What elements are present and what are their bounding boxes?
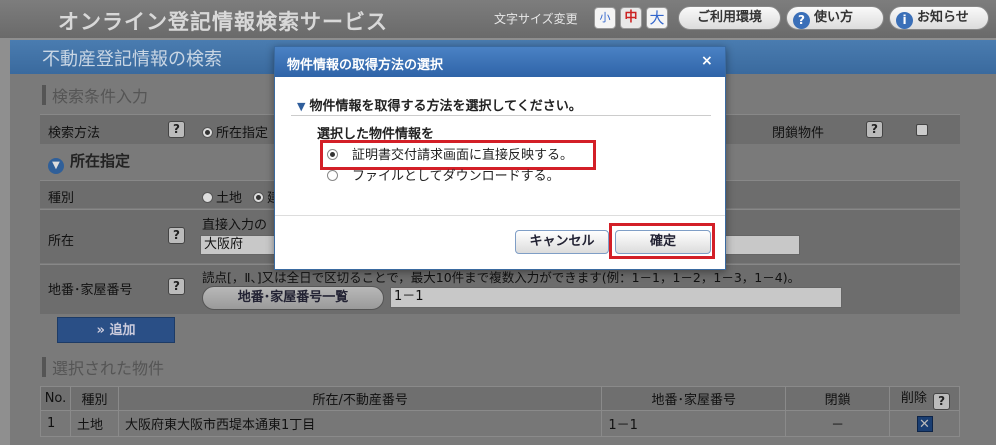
type-building-radio[interactable] (253, 192, 264, 203)
location-mode-heading: ▼ 所在指定 (48, 150, 130, 174)
table-row: 1 土地 大阪府東大阪市西堤本通東1丁目 1－1 － ✕ (40, 410, 960, 437)
option-reflect-directly[interactable]: 証明書交付請求画面に直接反映する。 (319, 140, 597, 170)
location-label: 所在 (48, 234, 75, 249)
delete-row-button[interactable]: ✕ (916, 415, 933, 432)
cell-closed: － (785, 410, 891, 437)
environment-button[interactable]: ご利用環境 (678, 6, 781, 30)
location-mode-heading-label: 所在指定 (70, 152, 131, 170)
font-size-small-button[interactable]: 小 (594, 7, 616, 29)
option-download-label: ファイルとしてダウンロードする。 (352, 169, 560, 184)
location-input[interactable]: 大阪府 (200, 235, 280, 255)
dialog-divider (291, 115, 711, 116)
cell-location: 大阪府東大阪市西堤本通東1丁目 (117, 410, 603, 437)
news-button-label: お知らせ (917, 10, 969, 25)
col-location: 所在/不動産番号 (117, 386, 603, 411)
type-land-label: 土地 (216, 191, 243, 206)
cancel-button[interactable]: キャンセル (515, 230, 609, 254)
search-conditions-heading: 検索条件入力 (41, 83, 148, 107)
col-lot: 地番･家屋番号 (601, 386, 787, 411)
help-button-label: 使い方 (814, 10, 854, 25)
lot-label: 地番･家屋番号 (48, 283, 133, 298)
search-method-option-label: 所在指定 (216, 126, 269, 141)
dialog-titlebar: 物件情報の取得方法の選択 × (275, 47, 725, 77)
search-method-option[interactable]: 所在指定 (202, 122, 268, 141)
acquisition-method-dialog: 物件情報の取得方法の選択 × ▼ 物件情報を取得する方法を選択してください。 選択… (274, 46, 726, 270)
col-type: 種別 (69, 386, 119, 411)
table-header-row: No. 種別 所在/不動産番号 地番･家屋番号 閉鎖 削除 ? (40, 386, 960, 411)
triangle-down-icon: ▼ (297, 100, 306, 113)
closed-property-help-icon[interactable]: ? (866, 121, 883, 138)
font-size-medium-button[interactable]: 中 (620, 7, 642, 29)
type-option-land[interactable]: 土地 (202, 187, 242, 206)
close-icon[interactable]: × (701, 53, 713, 69)
closed-property-checkbox[interactable] (916, 124, 928, 136)
lot-list-button[interactable]: 地番･家屋番号一覧 (202, 286, 384, 310)
add-button[interactable]: » 追加 (57, 317, 175, 343)
question-icon: ? (793, 12, 810, 29)
col-closed: 閉鎖 (785, 386, 891, 411)
option-reflect-radio[interactable] (327, 149, 338, 160)
col-no: No. (40, 386, 71, 411)
col-delete: 削除 ? (889, 386, 960, 411)
closed-property-label: 閉鎖物件 (772, 126, 825, 141)
selected-properties-table: No. 種別 所在/不動産番号 地番･家屋番号 閉鎖 削除 ? 1 土地 大阪府… (40, 386, 960, 437)
search-method-label: 検索方法 (48, 126, 101, 141)
confirm-button[interactable]: 確定 (615, 230, 711, 254)
search-method-help-icon[interactable]: ? (168, 121, 185, 138)
app-title: オンライン登記情報検索サービス (58, 10, 388, 34)
location-hint: 直接入力の (202, 218, 268, 233)
info-icon: i (896, 12, 913, 29)
type-land-radio[interactable] (202, 192, 213, 203)
lot-input[interactable]: 1－1 (390, 287, 842, 308)
help-button[interactable]: ? 使い方 (786, 6, 884, 30)
location-detail-input[interactable] (720, 235, 800, 255)
delete-help-icon[interactable]: ? (933, 393, 951, 410)
chevron-down-icon: ▼ (48, 158, 64, 174)
app-header: オンライン登記情報検索サービス 文字サイズ変更 小 中 大 ご利用環境 ? 使い方… (0, 0, 996, 38)
selected-properties-heading: 選択された物件 (41, 355, 164, 379)
dialog-footer-divider (275, 215, 725, 216)
font-size-label: 文字サイズ変更 (494, 12, 578, 26)
cell-lot: 1－1 (601, 410, 787, 437)
cell-type: 土地 (69, 410, 119, 437)
option-download-radio[interactable] (327, 170, 338, 181)
lot-help-icon[interactable]: ? (168, 278, 185, 295)
option-reflect-label: 証明書交付請求画面に直接反映する。 (352, 148, 574, 163)
dialog-heading-label: 物件情報を取得する方法を選択してください。 (309, 99, 582, 114)
type-label: 種別 (48, 191, 75, 206)
location-help-icon[interactable]: ? (168, 227, 185, 244)
font-size-large-button[interactable]: 大 (646, 7, 668, 29)
col-delete-label: 削除 (900, 391, 927, 406)
dialog-heading: ▼ 物件情報を取得する方法を選択してください。 (297, 95, 582, 114)
cell-delete: ✕ (889, 410, 960, 437)
news-button[interactable]: i お知らせ (889, 6, 989, 30)
option-download-file[interactable]: ファイルとしてダウンロードする。 (327, 165, 560, 184)
page-title: 不動産登記情報の検索 (42, 49, 222, 70)
cell-no: 1 (40, 410, 71, 437)
dialog-title: 物件情報の取得方法の選択 (287, 58, 444, 73)
search-method-radio[interactable] (202, 127, 213, 138)
